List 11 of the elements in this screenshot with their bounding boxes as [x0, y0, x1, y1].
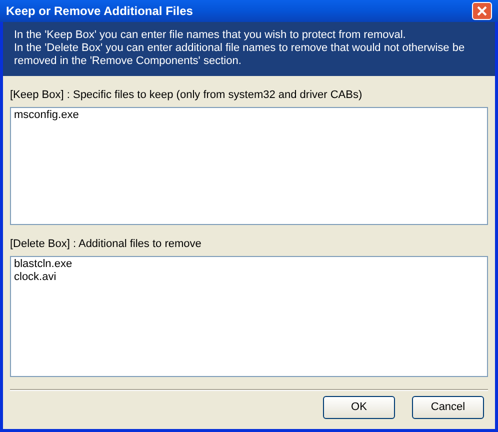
info-text: In the 'Keep Box' you can enter file names that you wish to protect from removal. [14, 29, 407, 42]
info-text: In the 'Delete Box' you can enter additional file names to remove that would not otherwise be removed in the 'Remove Components' section. [14, 42, 466, 68]
cancel-button[interactable]: Cancel [412, 396, 484, 419]
keep-box-field[interactable]: msconfig.exe [10, 107, 488, 225]
ok-button[interactable]: OK [323, 396, 395, 419]
window-title: Keep or Remove Additional Files [6, 3, 193, 20]
keep-box-label: [Keep Box] : Specific files to keep (only from system32 and driver CABs) [10, 88, 364, 102]
close-icon [477, 6, 487, 16]
delete-box-label: [Delete Box] : Additional files to remove [10, 237, 202, 251]
delete-box-field[interactable]: blastcln.exe clock.avi [10, 256, 488, 377]
close-button[interactable] [472, 2, 492, 20]
